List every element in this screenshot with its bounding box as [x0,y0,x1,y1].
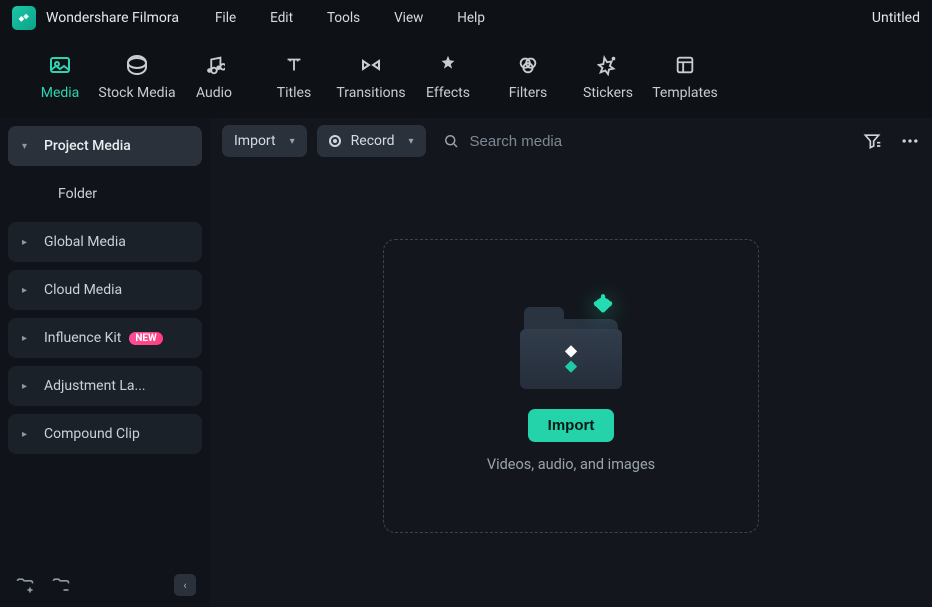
caret-right-icon [22,237,32,248]
sidebar-item-label: Adjustment La... [44,378,146,394]
app-title: Wondershare Filmora [46,10,179,26]
sidebar-item-label: Influence Kit [44,330,121,346]
dropzone-subtitle: Videos, audio, and images [487,456,655,473]
media-sidebar: Project Media Folder Global Media Cloud … [0,118,210,607]
search-icon [442,132,460,150]
tab-label: Filters [509,85,548,101]
transitions-icon [359,53,383,77]
chevron-down-icon: ▾ [409,136,414,147]
sidebar-item-label: Compound Clip [44,426,140,442]
menu-edit[interactable]: Edit [270,10,293,26]
sidebar-item-influence-kit[interactable]: Influence Kit NEW [8,318,202,358]
chevron-left-icon: ‹ [183,579,186,592]
media-icon [48,53,72,77]
import-button[interactable]: Import [528,409,615,442]
menu-view[interactable]: View [394,10,423,26]
tab-stickers[interactable]: Stickers [576,53,640,101]
caret-right-icon [22,381,32,392]
tab-label: Effects [426,85,470,101]
collapse-sidebar-button[interactable]: ‹ [174,574,196,596]
titles-icon [282,53,306,77]
tab-filters[interactable]: Filters [496,53,560,101]
caret-right-icon [22,429,32,440]
tab-transitions[interactable]: Transitions [326,53,416,101]
tab-templates[interactable]: Templates [640,53,730,101]
document-title: Untitled [872,10,920,26]
new-folder-icon[interactable] [14,574,36,596]
dropdown-label: Import [234,133,276,149]
app-logo-icon [12,6,36,30]
tab-media[interactable]: Media [28,53,92,101]
import-dropdown[interactable]: Import ▾ [222,125,307,157]
tab-label: Transitions [336,85,405,101]
dropdown-label: Record [351,133,395,149]
sidebar-item-folder[interactable]: Folder [8,174,202,214]
sidebar-item-label: Global Media [44,234,126,250]
delete-folder-icon[interactable] [50,574,72,596]
stock-media-icon [125,53,149,77]
menubar: Wondershare Filmora File Edit Tools View… [0,0,932,36]
download-arrow-icon [586,291,620,327]
tab-titles[interactable]: Titles [262,53,326,101]
effects-icon [436,53,460,77]
tab-label: Titles [277,85,311,101]
sidebar-item-project-media[interactable]: Project Media [8,126,202,166]
more-options-icon[interactable] [900,131,920,151]
new-badge: NEW [129,332,162,345]
sidebar-item-label: Cloud Media [44,282,122,298]
menu-help[interactable]: Help [457,10,485,26]
tab-label: Audio [196,85,232,101]
import-dropzone[interactable]: Import Videos, audio, and images [383,239,759,533]
sidebar-item-label: Folder [58,186,97,202]
filters-icon [516,53,540,77]
sidebar-item-global-media[interactable]: Global Media [8,222,202,262]
record-dropdown[interactable]: Record ▾ [317,125,426,157]
category-tabbar: Media Stock Media Audio Titles Transitio… [0,36,932,118]
stickers-icon [596,53,620,77]
menu-file[interactable]: File [215,10,236,26]
tab-label: Stickers [583,85,633,101]
sidebar-footer: ‹ [8,567,202,607]
caret-right-icon [22,285,32,296]
record-icon [329,135,341,147]
audio-icon [202,53,226,77]
import-folder-graphic [516,299,626,391]
sidebar-item-compound-clip[interactable]: Compound Clip [8,414,202,454]
caret-down-icon [22,141,32,152]
tab-label: Templates [652,85,718,101]
sidebar-item-adjustment-layer[interactable]: Adjustment La... [8,366,202,406]
tab-stock-media[interactable]: Stock Media [92,53,182,101]
menu-tools[interactable]: Tools [327,10,360,26]
sidebar-item-label: Project Media [44,138,131,154]
content-toolbar: Import ▾ Record ▾ [210,118,932,164]
tab-label: Media [41,85,80,101]
sidebar-item-cloud-media[interactable]: Cloud Media [8,270,202,310]
search-input[interactable] [470,133,852,150]
tab-label: Stock Media [98,85,175,101]
tab-effects[interactable]: Effects [416,53,480,101]
templates-icon [673,53,697,77]
media-content: Import ▾ Record ▾ [210,118,932,607]
filter-sort-icon[interactable] [862,131,882,151]
caret-right-icon [22,333,32,344]
chevron-down-icon: ▾ [290,136,295,147]
tab-audio[interactable]: Audio [182,53,246,101]
